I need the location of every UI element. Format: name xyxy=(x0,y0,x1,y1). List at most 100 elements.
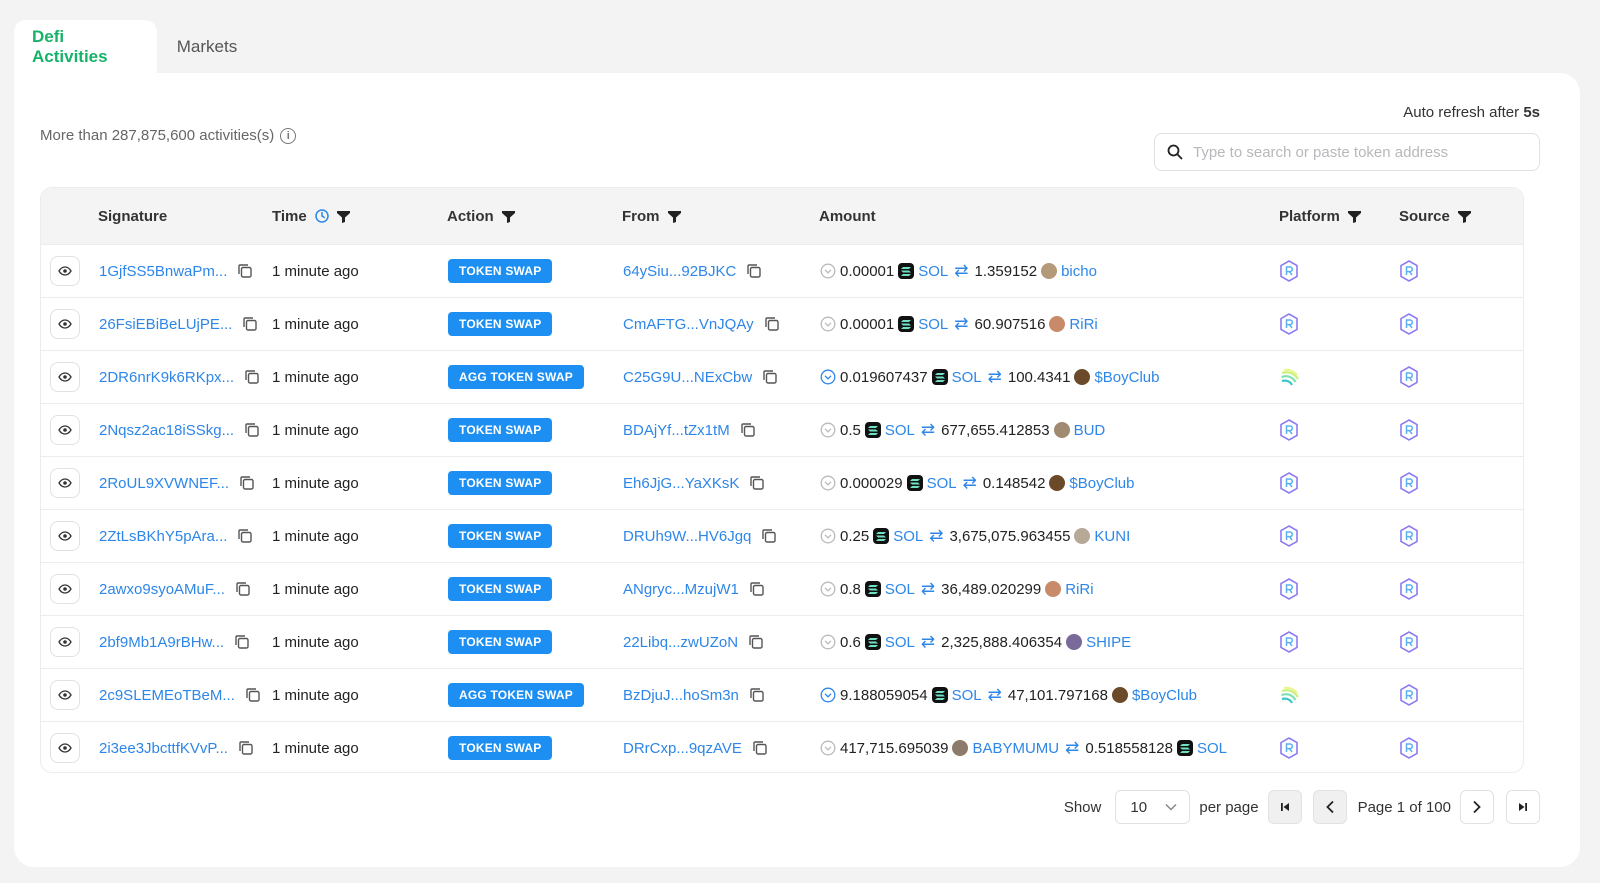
view-details-button[interactable] xyxy=(50,415,80,445)
token-in-link[interactable]: SOL xyxy=(885,581,915,598)
token-out-link[interactable]: $BoyClub xyxy=(1094,369,1159,386)
status-check-icon[interactable] xyxy=(820,687,836,703)
from-address-link[interactable]: ANgryc...MzujW1 xyxy=(623,581,739,598)
token-in-link[interactable]: BABYMUMU xyxy=(972,740,1059,757)
view-details-button[interactable] xyxy=(50,256,80,286)
raydium-icon[interactable] xyxy=(1279,525,1299,547)
filter-icon[interactable] xyxy=(336,210,350,223)
from-address-link[interactable]: CmAFTG...VnJQAy xyxy=(623,316,754,333)
raydium-icon[interactable] xyxy=(1279,313,1299,335)
raydium-icon[interactable] xyxy=(1279,419,1299,441)
from-address-link[interactable]: DRUh9W...HV6Jgq xyxy=(623,528,751,545)
filter-icon[interactable] xyxy=(1347,210,1361,223)
copy-icon[interactable] xyxy=(237,263,253,279)
copy-icon[interactable] xyxy=(762,369,778,385)
filter-icon[interactable] xyxy=(667,210,681,223)
raydium-icon[interactable] xyxy=(1279,260,1299,282)
raydium-icon[interactable] xyxy=(1279,737,1299,759)
raydium-icon[interactable] xyxy=(1399,737,1419,759)
copy-icon[interactable] xyxy=(761,528,777,544)
copy-icon[interactable] xyxy=(749,581,765,597)
clock-icon[interactable] xyxy=(315,209,329,223)
copy-icon[interactable] xyxy=(234,634,250,650)
copy-icon[interactable] xyxy=(237,528,253,544)
tab-defi-activities[interactable]: Defi Activities xyxy=(14,20,157,73)
first-page-button[interactable] xyxy=(1267,790,1302,824)
token-out-link[interactable]: RiRi xyxy=(1069,316,1097,333)
token-out-link[interactable]: KUNI xyxy=(1094,528,1130,545)
raydium-icon[interactable] xyxy=(1399,525,1419,547)
signature-link[interactable]: 1GjfSS5BnwaPm... xyxy=(99,263,227,280)
status-check-icon[interactable] xyxy=(820,316,836,332)
view-details-button[interactable] xyxy=(50,627,80,657)
copy-icon[interactable] xyxy=(244,422,260,438)
copy-icon[interactable] xyxy=(239,475,255,491)
view-details-button[interactable] xyxy=(50,309,80,339)
filter-icon[interactable] xyxy=(1457,210,1471,223)
token-out-link[interactable]: SHIPE xyxy=(1086,634,1131,651)
view-details-button[interactable] xyxy=(50,733,80,763)
signature-link[interactable]: 2Nqsz2ac18iSSkg... xyxy=(99,422,234,439)
from-address-link[interactable]: BzDjuJ...hoSm3n xyxy=(623,687,739,704)
raydium-icon[interactable] xyxy=(1399,366,1419,388)
token-in-link[interactable]: SOL xyxy=(927,475,957,492)
from-address-link[interactable]: DRrCxp...9qzAVE xyxy=(623,740,742,757)
per-page-select[interactable]: 10 xyxy=(1115,790,1191,824)
token-in-link[interactable]: SOL xyxy=(885,422,915,439)
raydium-icon[interactable] xyxy=(1399,684,1419,706)
from-address-link[interactable]: 64ySiu...92BJKC xyxy=(623,263,736,280)
signature-link[interactable]: 26FsiEBiBeLUjPE... xyxy=(99,316,232,333)
signature-link[interactable]: 2ZtLsBKhY5pAra... xyxy=(99,528,227,545)
raydium-icon[interactable] xyxy=(1399,260,1419,282)
token-in-link[interactable]: SOL xyxy=(952,369,982,386)
status-check-icon[interactable] xyxy=(820,422,836,438)
next-page-button[interactable] xyxy=(1460,790,1494,824)
copy-icon[interactable] xyxy=(748,634,764,650)
raydium-icon[interactable] xyxy=(1399,631,1419,653)
token-out-link[interactable]: bicho xyxy=(1061,263,1097,280)
raydium-icon[interactable] xyxy=(1399,419,1419,441)
raydium-icon[interactable] xyxy=(1279,631,1299,653)
copy-icon[interactable] xyxy=(235,581,251,597)
token-out-link[interactable]: $BoyClub xyxy=(1069,475,1134,492)
signature-link[interactable]: 2i3ee3JbcttfKVvP... xyxy=(99,740,228,757)
view-details-button[interactable] xyxy=(50,521,80,551)
signature-link[interactable]: 2awxo9syoAMuF... xyxy=(99,581,225,598)
tab-markets[interactable]: Markets xyxy=(157,20,257,73)
signature-link[interactable]: 2RoUL9XVWNEF... xyxy=(99,475,229,492)
filter-icon[interactable] xyxy=(501,210,515,223)
raydium-icon[interactable] xyxy=(1279,578,1299,600)
token-out-link[interactable]: SOL xyxy=(1197,740,1227,757)
token-in-link[interactable]: SOL xyxy=(918,316,948,333)
view-details-button[interactable] xyxy=(50,362,80,392)
copy-icon[interactable] xyxy=(242,316,258,332)
jupiter-icon[interactable] xyxy=(1279,684,1301,706)
prev-page-button[interactable] xyxy=(1312,790,1347,824)
token-in-link[interactable]: SOL xyxy=(952,687,982,704)
copy-icon[interactable] xyxy=(244,369,260,385)
search-box[interactable] xyxy=(1154,133,1540,171)
copy-icon[interactable] xyxy=(749,475,765,491)
status-check-icon[interactable] xyxy=(820,475,836,491)
copy-icon[interactable] xyxy=(245,687,261,703)
token-out-link[interactable]: RiRi xyxy=(1065,581,1093,598)
copy-icon[interactable] xyxy=(749,687,765,703)
status-check-icon[interactable] xyxy=(820,369,836,385)
copy-icon[interactable] xyxy=(764,316,780,332)
raydium-icon[interactable] xyxy=(1399,313,1419,335)
view-details-button[interactable] xyxy=(50,680,80,710)
status-check-icon[interactable] xyxy=(820,528,836,544)
copy-icon[interactable] xyxy=(238,740,254,756)
status-check-icon[interactable] xyxy=(820,740,836,756)
from-address-link[interactable]: Eh6JjG...YaXKsK xyxy=(623,475,739,492)
status-check-icon[interactable] xyxy=(820,634,836,650)
info-icon[interactable]: i xyxy=(280,127,297,144)
search-input[interactable] xyxy=(1193,143,1523,161)
from-address-link[interactable]: 22Libq...zwUZoN xyxy=(623,634,738,651)
jupiter-icon[interactable] xyxy=(1279,366,1301,388)
raydium-icon[interactable] xyxy=(1399,472,1419,494)
raydium-icon[interactable] xyxy=(1399,578,1419,600)
token-in-link[interactable]: SOL xyxy=(885,634,915,651)
copy-icon[interactable] xyxy=(746,263,762,279)
signature-link[interactable]: 2bf9Mb1A9rBHw... xyxy=(99,634,224,651)
